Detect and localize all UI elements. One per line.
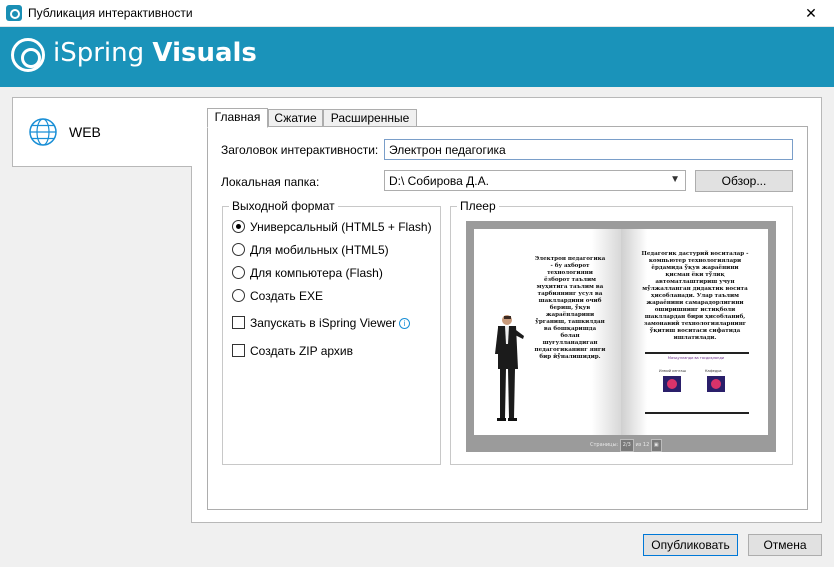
radio-button[interactable]: [232, 220, 245, 233]
book-preview: Электрон педагогика - бу ахборот техноло…: [474, 229, 768, 435]
folder-value: D:\ Собирова Д.А.: [389, 174, 489, 188]
folder-label: Локальная папка:: [221, 175, 320, 189]
radio-button[interactable]: [232, 266, 245, 279]
radio-label: Для мобильных (HTML5): [250, 243, 389, 257]
thumb-label-1: Илмий кенгаш: [659, 369, 686, 373]
presenter-figure: [495, 315, 524, 421]
left-page-text: Электрон педагогика - бу ахборот техноло…: [534, 256, 606, 360]
title-input[interactable]: Электрон педагогика: [384, 139, 793, 160]
publish-button[interactable]: Опубликовать: [643, 534, 738, 556]
close-button[interactable]: ✕: [788, 0, 834, 27]
book-left-page: Электрон педагогика - бу ахборот техноло…: [474, 229, 621, 435]
radio-label: Универсальный (HTML5 + Flash): [250, 220, 432, 234]
fullscreen-icon[interactable]: ▣: [650, 439, 662, 452]
player-navigation-bar: Страницы: 2/3 из 12 ▣: [590, 439, 662, 452]
radio-button[interactable]: [232, 289, 245, 302]
checkbox[interactable]: [232, 344, 245, 357]
chevron-down-icon: ▼: [670, 174, 680, 185]
radio-label: Создать EXE: [250, 289, 323, 303]
output-format-title: Выходной формат: [229, 199, 338, 213]
thumbnail-image: [663, 376, 681, 392]
sidebar: WEB: [0, 97, 193, 523]
pages-total: из 12: [635, 442, 650, 448]
browse-button[interactable]: Обзор...: [695, 170, 793, 192]
cancel-button[interactable]: Отмена: [748, 534, 822, 556]
window-title: Публикация интерактивности: [28, 6, 193, 20]
player-preview: Электрон педагогика - бу ахборот техноло…: [466, 221, 776, 452]
thumb-label-2: Кафедра: [705, 369, 722, 373]
sidebar-item-label: WEB: [69, 124, 101, 140]
right-page-text: Педагогик дастурий воситалар - компьютер…: [641, 251, 749, 341]
thumbnail-image: [707, 376, 725, 392]
radio-label: Для компьютера (Flash): [250, 266, 383, 280]
divider: [645, 352, 749, 354]
checkbox-label: Создать ZIP архив: [250, 344, 354, 358]
app-icon: [6, 5, 22, 21]
brand-bold: Visuals: [152, 38, 257, 68]
header-banner: iSpring Visuals: [0, 27, 834, 87]
ispring-logo-icon: [11, 38, 45, 72]
divider: [645, 412, 749, 414]
radio-button[interactable]: [232, 243, 245, 256]
pages-label: Страницы:: [590, 442, 619, 448]
player-title: Плеер: [457, 199, 499, 213]
checkbox[interactable]: [232, 316, 245, 329]
checkbox-label: Запускать в iSpring Viewer i: [250, 316, 411, 330]
tab-main[interactable]: Главная: [207, 108, 268, 128]
folder-select[interactable]: D:\ Собирова Д.А. ▼: [384, 170, 686, 191]
info-icon[interactable]: i: [399, 318, 411, 329]
small-caption: Маъқулланди ва тасдиқланди: [667, 356, 725, 360]
page-number-input[interactable]: 2/3: [619, 439, 634, 452]
brand-light: iSpring: [53, 38, 153, 68]
sidebar-item-web[interactable]: WEB: [12, 97, 193, 167]
title-bar: Публикация интерактивности ✕: [0, 0, 834, 27]
brand-logo: iSpring Visuals: [53, 38, 257, 68]
book-right-page: Педагогик дастурий воситалар - компьютер…: [621, 229, 768, 435]
globe-icon: [29, 118, 57, 146]
title-label: Заголовок интерактивности:: [221, 143, 379, 157]
checkbox-label-text: Запускать в iSpring Viewer: [250, 316, 397, 330]
